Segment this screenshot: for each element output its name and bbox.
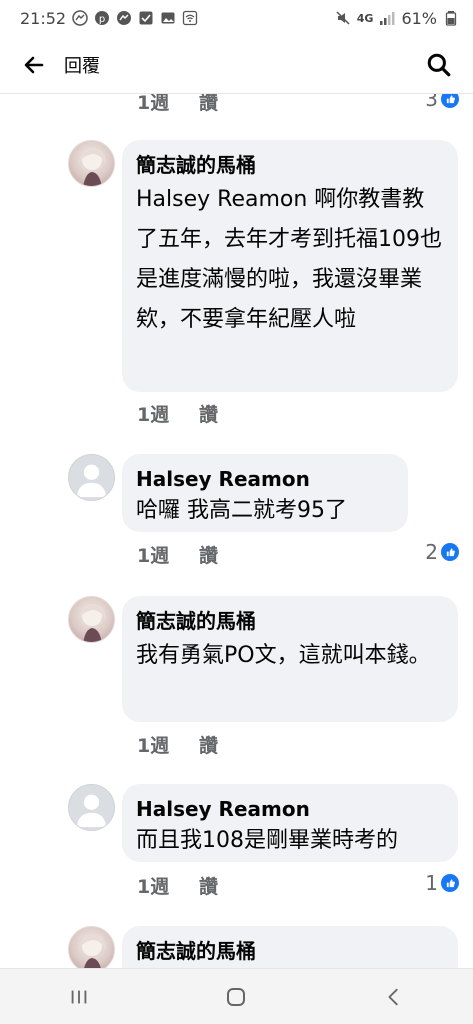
comment-bubble[interactable]: 簡志誠的馬桶 我有勇氣PO文，這就叫本錢。 <box>122 596 458 722</box>
reaction-count[interactable]: 2 <box>425 540 459 564</box>
avatar[interactable] <box>68 454 115 501</box>
messenger-icon <box>116 10 132 26</box>
reaction-number: 2 <box>425 540 438 564</box>
recent-apps-button[interactable] <box>49 975 109 1019</box>
like-button[interactable]: 讚 <box>199 94 218 115</box>
comment-text: 我有勇氣PO文，這就叫本錢。 <box>136 643 431 668</box>
reaction-count[interactable]: 3 <box>425 94 459 111</box>
comment-time: 1週 <box>137 544 170 567</box>
battery-icon <box>443 10 459 26</box>
comment-bubble[interactable]: Halsey Reamon 哈囉 我高二就考95了 <box>122 454 408 532</box>
like-button[interactable]: 讚 <box>199 400 218 427</box>
messenger-icon <box>72 10 88 26</box>
like-button[interactable]: 讚 <box>199 731 218 758</box>
comment-text: Halsey Reamon 啊你教書教了五年，去年才考到托福109也是進度滿慢的… <box>136 187 442 332</box>
avatar[interactable] <box>68 926 115 968</box>
home-button[interactable] <box>206 975 266 1019</box>
home-icon <box>227 987 246 1006</box>
like-reaction-icon <box>441 874 459 892</box>
reaction-number: 1 <box>425 871 438 895</box>
checkbox-icon <box>138 10 154 26</box>
status-left: 21:52 p <box>20 9 198 28</box>
back-icon <box>388 988 398 1005</box>
back-button[interactable] <box>16 47 52 83</box>
comment-author[interactable]: Halsey Reamon <box>136 464 394 494</box>
app-header: 回覆 <box>0 36 473 94</box>
page-title: 回覆 <box>64 55 100 77</box>
status-bar: 21:52 p 4G 61% <box>0 0 473 36</box>
comment-text: 哈囉 我高二就考95了 <box>136 498 347 523</box>
avatar[interactable] <box>68 596 115 643</box>
reaction-number: 3 <box>425 94 438 111</box>
status-time: 21:52 <box>20 8 67 28</box>
avatar[interactable] <box>68 784 115 831</box>
status-right: 4G 61% <box>335 9 459 28</box>
comment-author[interactable]: 簡志誠的馬桶 <box>136 150 444 180</box>
reaction-count[interactable]: 1 <box>425 871 459 895</box>
comment-bubble[interactable]: 簡志誠的馬桶 <box>122 926 458 968</box>
wifi-icon <box>182 10 198 26</box>
comment-time: 1週 <box>137 734 170 757</box>
replies-feed[interactable]: 1週 讚 3 簡志誠的馬桶 Halsey Reamon 啊你教書教了五年，去年才… <box>0 94 473 968</box>
comment-meta: 1週 讚 <box>137 729 457 759</box>
like-button[interactable]: 讚 <box>199 872 218 899</box>
search-button[interactable] <box>421 47 457 83</box>
comment-text: 而且我108是剛畢業時考的 <box>136 828 398 853</box>
comment-meta: 1週 讚 <box>137 870 457 900</box>
battery-percent: 61% <box>401 8 437 28</box>
comment-bubble[interactable]: Halsey Reamon 而且我108是剛畢業時考的 <box>122 784 458 862</box>
comment-author[interactable]: Halsey Reamon <box>136 794 444 824</box>
svg-text:p: p <box>99 14 105 25</box>
comment-time: 1週 <box>137 94 170 114</box>
comment-time: 1週 <box>137 403 170 426</box>
comment-bubble[interactable]: 簡志誠的馬桶 Halsey Reamon 啊你教書教了五年，去年才考到托福109… <box>122 140 458 392</box>
like-reaction-icon <box>441 543 459 561</box>
system-back-button[interactable] <box>364 975 424 1019</box>
back-arrow-icon <box>24 56 44 73</box>
comment-author[interactable]: 簡志誠的馬桶 <box>136 936 444 966</box>
signal-icon <box>379 10 395 26</box>
comment-author[interactable]: 簡志誠的馬桶 <box>136 606 444 636</box>
avatar[interactable] <box>68 140 115 187</box>
comment-meta: 1週 讚 <box>137 539 457 569</box>
gallery-icon <box>160 10 176 26</box>
mute-icon <box>335 10 351 26</box>
like-reaction-icon <box>441 94 459 108</box>
comment-time: 1週 <box>137 875 170 898</box>
system-nav-bar <box>0 968 473 1024</box>
comment-meta: 1週 讚 <box>137 94 457 116</box>
search-icon <box>427 53 451 76</box>
recent-apps-icon <box>71 990 87 1003</box>
like-button[interactable]: 讚 <box>199 541 218 568</box>
comment-meta: 1週 讚 <box>137 398 457 428</box>
pinterest-icon: p <box>94 10 110 26</box>
network-type: 4G <box>356 11 374 25</box>
